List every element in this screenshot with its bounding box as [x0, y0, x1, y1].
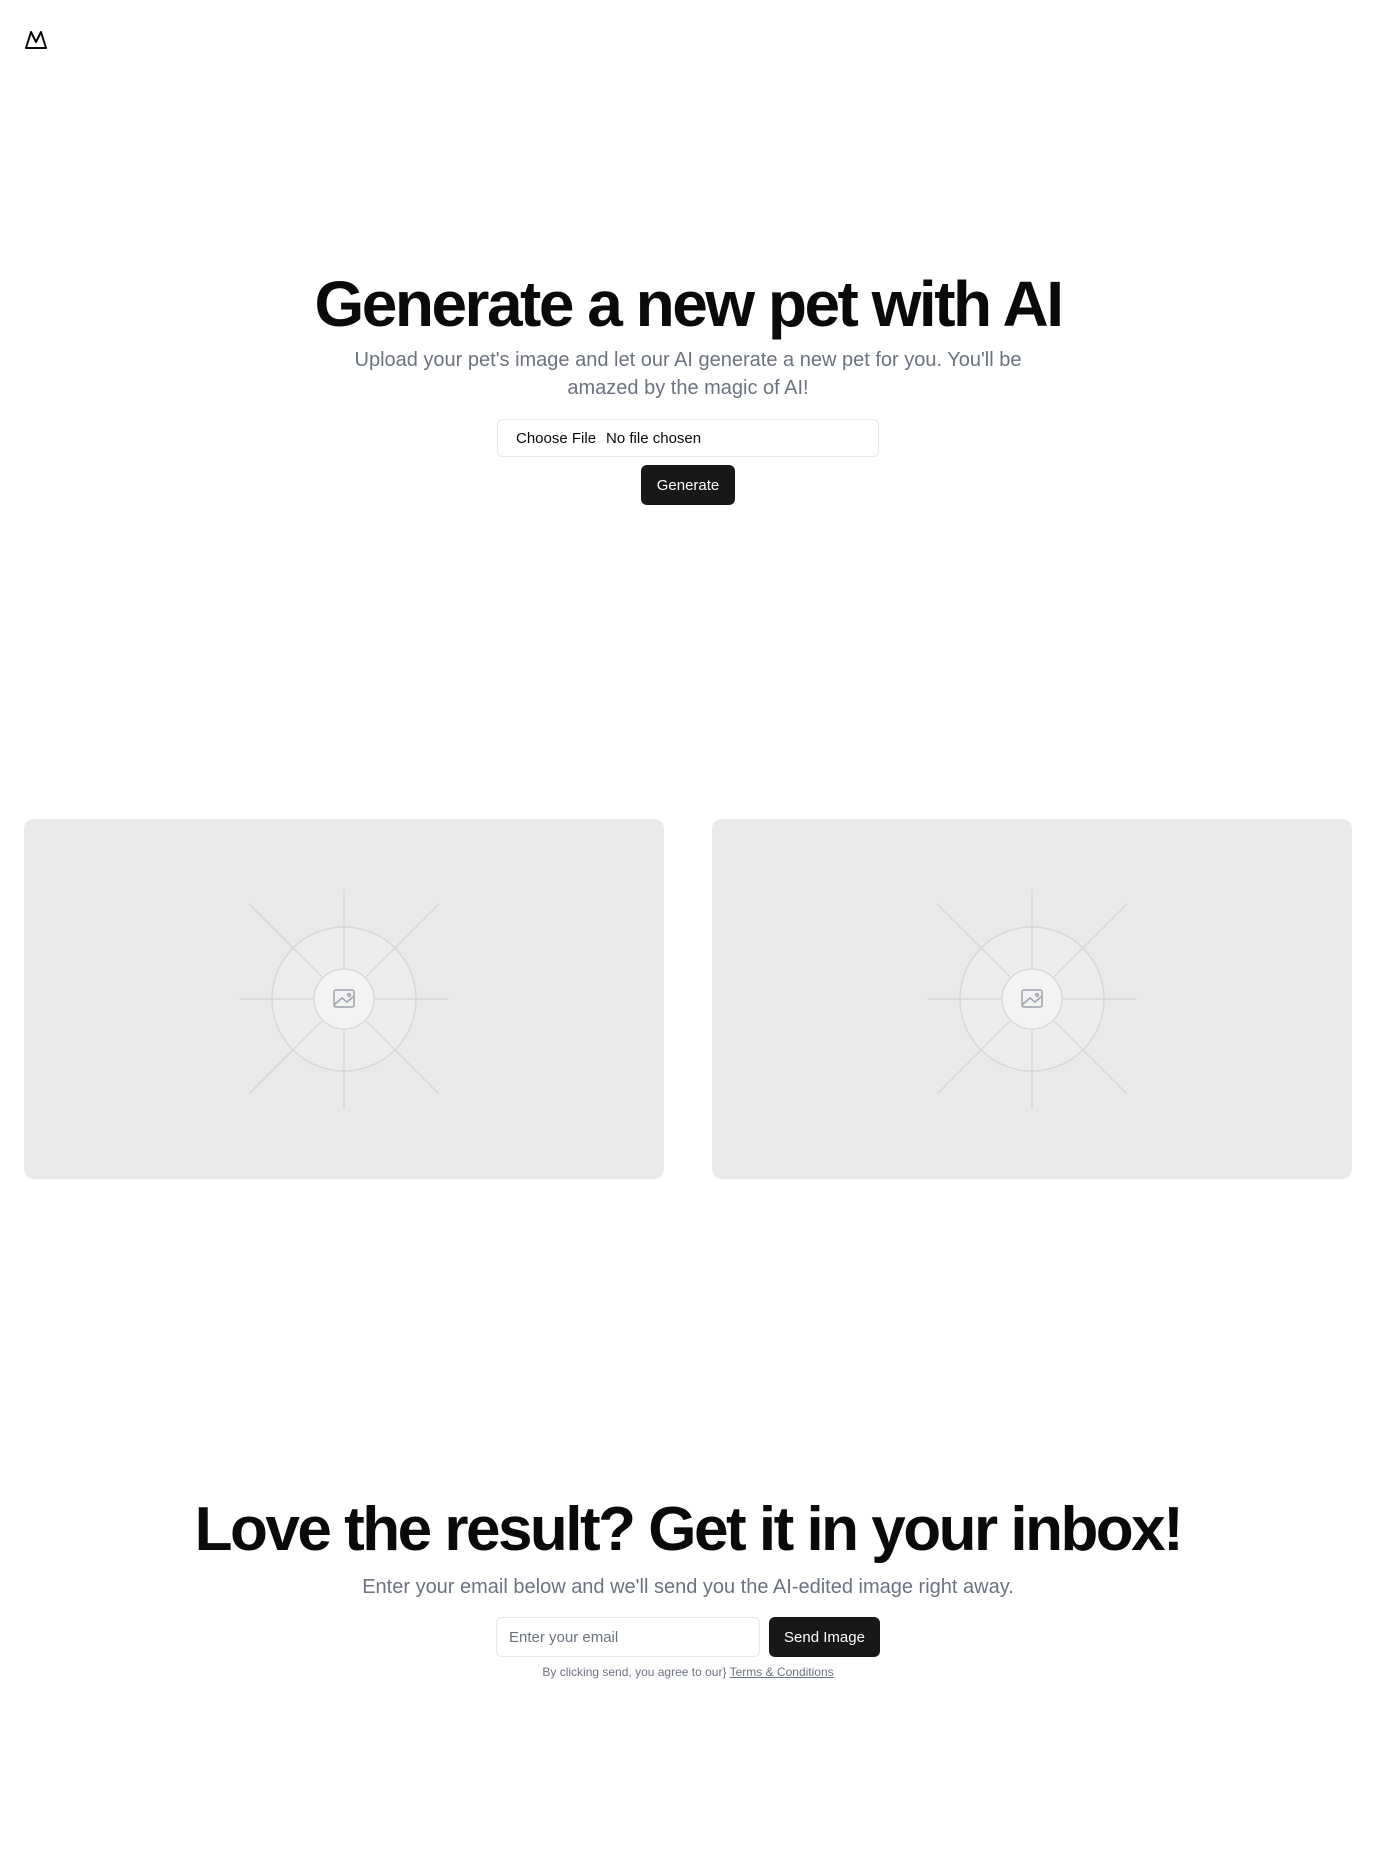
email-input[interactable] [496, 1617, 760, 1657]
email-form: Send Image [496, 1617, 880, 1657]
original-image-placeholder [24, 819, 664, 1179]
email-cta-section: Love the result? Get it in your inbox! E… [0, 1495, 1376, 1679]
file-status-text: No file chosen [606, 429, 702, 447]
hero-section: Generate a new pet with AI Upload your p… [0, 268, 1376, 505]
mountain-logo-icon[interactable] [24, 28, 48, 52]
terms-link[interactable]: Terms & Conditions [730, 1665, 834, 1679]
image-placeholder-icon [927, 889, 1137, 1109]
generate-button[interactable]: Generate [641, 465, 735, 505]
hero-title: Generate a new pet with AI [314, 268, 1064, 340]
terms-prefix: By clicking send, you agree to our} [542, 1665, 730, 1679]
cta-title: Love the result? Get it in your inbox! [194, 1495, 1184, 1564]
send-image-button[interactable]: Send Image [769, 1617, 880, 1657]
cta-subtitle: Enter your email below and we'll send yo… [362, 1576, 1014, 1598]
terms-notice: By clicking send, you agree to our} Term… [0, 1665, 1376, 1679]
generated-image-placeholder [712, 819, 1352, 1179]
choose-file-button[interactable]: Choose File [516, 430, 596, 447]
hero-subtitle: Upload your pet's image and let our AI g… [354, 349, 1022, 399]
file-upload-input[interactable]: Choose File No file chosen [497, 419, 879, 457]
image-placeholder-icon [239, 889, 449, 1109]
